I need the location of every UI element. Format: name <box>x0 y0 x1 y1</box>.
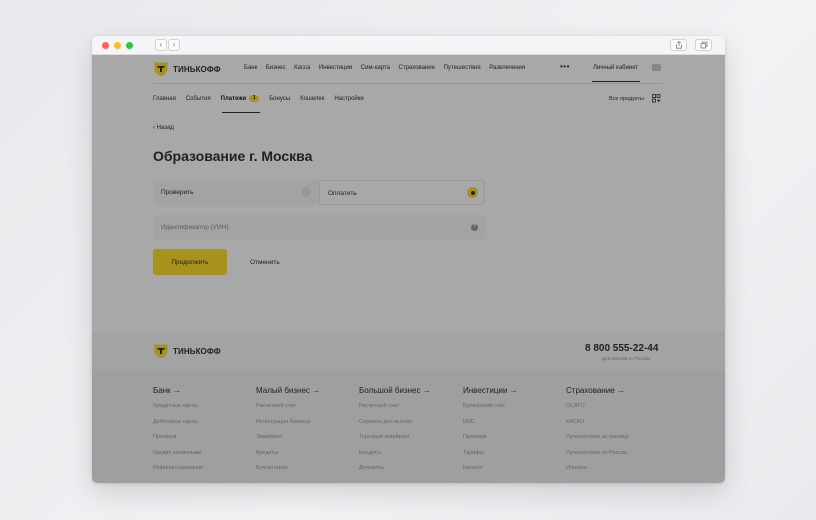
tabs-overview-icon[interactable] <box>695 39 712 51</box>
page-content: ТИНЬКОФФ Банк Бизнес Касса Инвестиции Си… <box>92 55 725 483</box>
maximize-window-button[interactable] <box>126 42 133 49</box>
browser-window: ‹ › ТИНЬКОФФ Банк Бизнес Касса Инвестици… <box>92 36 725 483</box>
browser-forward-icon[interactable]: › <box>168 39 180 51</box>
dimming-overlay[interactable] <box>92 55 725 483</box>
close-window-button[interactable] <box>102 42 109 49</box>
minimize-window-button[interactable] <box>114 42 121 49</box>
browser-titlebar: ‹ › <box>92 36 725 55</box>
browser-back-icon[interactable]: ‹ <box>155 39 167 51</box>
share-icon[interactable] <box>670 39 687 51</box>
